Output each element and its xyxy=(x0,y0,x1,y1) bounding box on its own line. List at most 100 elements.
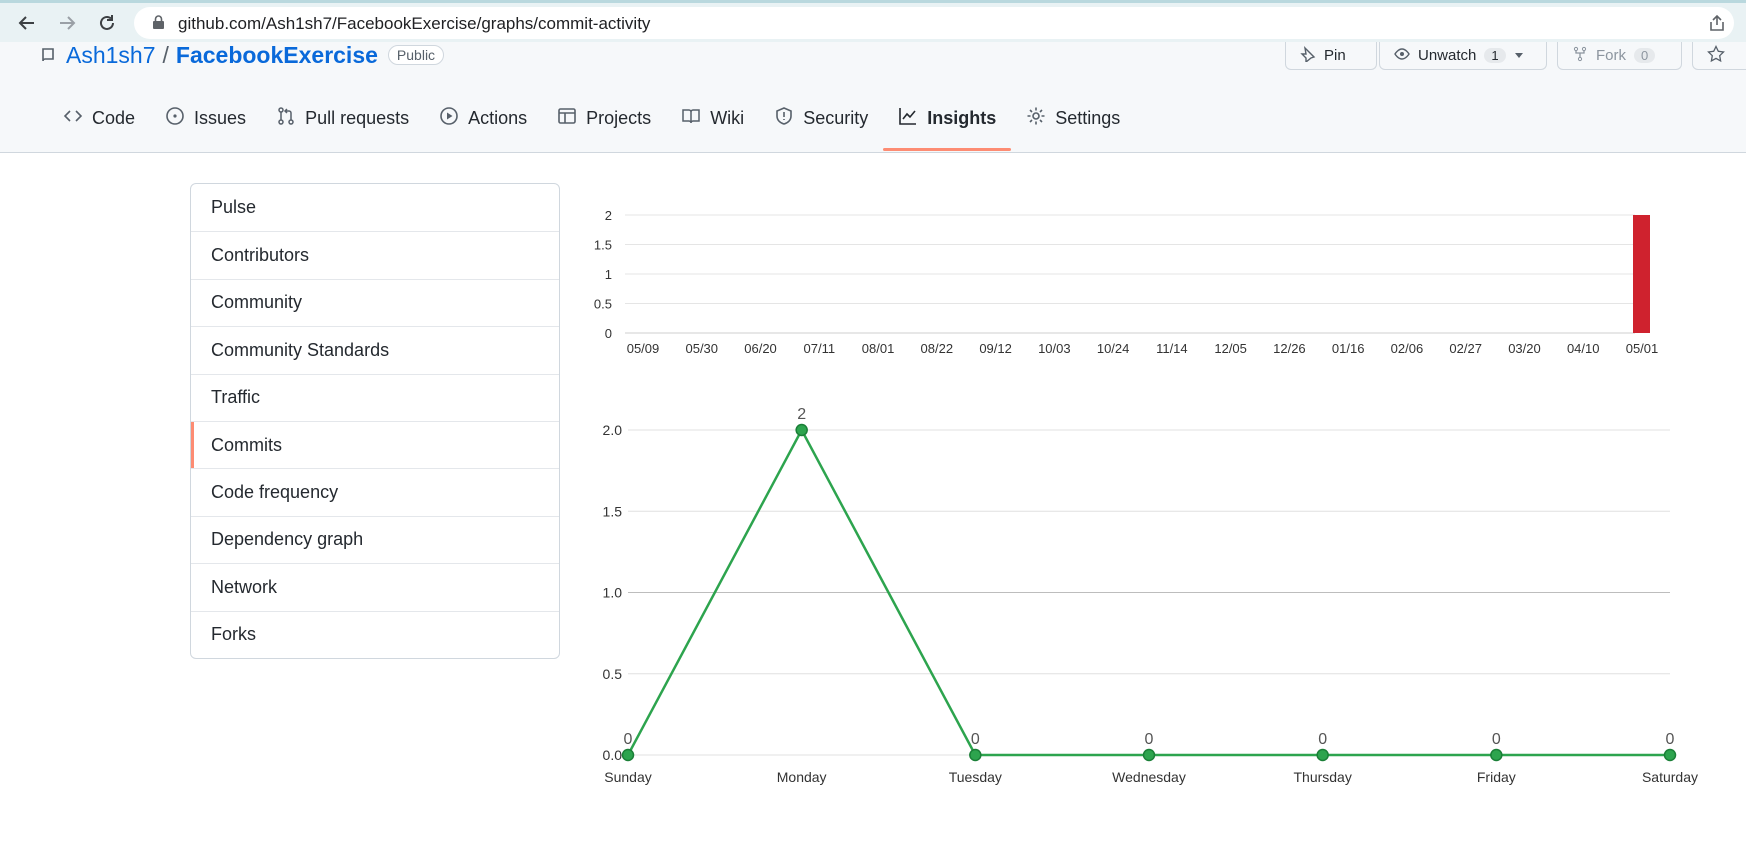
issue-icon xyxy=(165,106,185,131)
data-label: 0 xyxy=(971,731,980,748)
repo-owner-link[interactable]: Ash1sh7 xyxy=(66,42,156,69)
x-tick-label: Thursday xyxy=(1293,769,1351,785)
tab-label: Code xyxy=(92,107,136,128)
gear-icon xyxy=(1026,106,1046,131)
play-icon xyxy=(439,106,459,131)
data-point xyxy=(621,748,635,762)
y-tick-label: 2.0 xyxy=(603,422,623,438)
x-tick-label: 07/11 xyxy=(804,341,836,356)
tab-code[interactable]: Code xyxy=(48,100,150,136)
fork-button[interactable]: Fork 0 xyxy=(1557,42,1682,70)
repo-separator: / xyxy=(162,41,169,68)
share-icon[interactable] xyxy=(1708,14,1726,37)
data-point xyxy=(1316,748,1329,762)
pin-icon xyxy=(1300,45,1316,66)
menu-item-community-standards[interactable]: Community Standards xyxy=(191,326,559,373)
bar xyxy=(1633,215,1650,333)
repo-header: Ash1sh7 / FacebookExercise Public Pin Un… xyxy=(0,42,1746,153)
y-tick-label: 1 xyxy=(605,267,612,282)
menu-item-commits[interactable]: Commits xyxy=(191,420,559,469)
pin-button[interactable]: Pin xyxy=(1285,42,1377,70)
insights-menu: Pulse Contributors Community Community S… xyxy=(190,183,560,659)
code-icon xyxy=(63,106,83,131)
eye-icon xyxy=(1394,46,1410,66)
fork-icon xyxy=(1572,46,1588,66)
forward-icon[interactable] xyxy=(54,10,80,36)
x-tick-label: Friday xyxy=(1477,769,1516,785)
x-tick-label: 06/20 xyxy=(744,341,777,356)
charts-area: 0 0.5 1 1.5 2 05/09 05/30 06/20 07/11 08/01 08/22 0… xyxy=(590,180,1700,785)
tab-label: Issues xyxy=(194,107,247,128)
data-label: 0 xyxy=(1492,731,1501,748)
x-tick-label: Monday xyxy=(777,769,827,785)
menu-item-network[interactable]: Network xyxy=(191,563,559,610)
data-point xyxy=(1142,748,1156,762)
graph-icon xyxy=(898,106,918,131)
menu-item-community[interactable]: Community xyxy=(191,278,559,326)
data-label: 0 xyxy=(1145,731,1154,748)
lock-icon xyxy=(152,15,165,35)
data-point xyxy=(1490,748,1503,762)
x-tick-label: 02/27 xyxy=(1449,341,1482,356)
repo-icon xyxy=(40,42,56,69)
x-tick-label: 08/01 xyxy=(862,341,895,356)
fork-label: Fork xyxy=(1596,47,1626,64)
y-tick-label: 1.0 xyxy=(603,585,623,601)
x-tick-label: 09/12 xyxy=(979,341,1012,356)
data-point xyxy=(1663,748,1677,762)
tab-label: Projects xyxy=(586,107,652,128)
repo-name-link[interactable]: FacebookExercise xyxy=(176,42,378,69)
menu-item-dependency-graph[interactable]: Dependency graph xyxy=(191,515,559,563)
x-tick-label: 12/26 xyxy=(1273,341,1306,356)
data-label: 0 xyxy=(1666,731,1675,748)
tab-settings[interactable]: Settings xyxy=(1011,100,1135,136)
unwatch-button[interactable]: Unwatch 1 xyxy=(1379,42,1547,70)
tab-issues[interactable]: Issues xyxy=(150,100,261,136)
tab-wiki[interactable]: Wiki xyxy=(666,100,759,136)
x-tick-label: Tuesday xyxy=(949,769,1002,785)
y-tick-label: 1.5 xyxy=(603,503,623,519)
unwatch-label: Unwatch xyxy=(1418,47,1477,64)
x-tick-label: 05/09 xyxy=(627,341,660,356)
pull-request-icon xyxy=(276,106,296,131)
x-tick-label: 08/22 xyxy=(921,341,954,356)
url-text: github.com/Ash1sh7/FacebookExercise/grap… xyxy=(178,14,651,33)
pin-label: Pin xyxy=(1324,47,1346,64)
repo-title: Ash1sh7 / FacebookExercise Public xyxy=(40,41,445,69)
table-icon xyxy=(557,106,577,131)
repo-tabs: Code Issues Pull requests Actions Projec… xyxy=(48,100,1135,151)
star-icon xyxy=(1707,44,1725,67)
tab-label: Actions xyxy=(468,107,528,128)
reload-icon[interactable] xyxy=(94,10,120,36)
book-icon xyxy=(681,106,701,131)
tab-projects[interactable]: Projects xyxy=(542,100,666,136)
menu-item-code-frequency[interactable]: Code frequency xyxy=(191,468,559,515)
menu-item-traffic[interactable]: Traffic xyxy=(191,373,559,421)
daily-commit-line-chart: 0.0 0.5 1.0 1.5 2.0 0 Sunday 2 Monday 0 Tuesday 0 We… xyxy=(603,406,1698,785)
address-bar[interactable]: github.com/Ash1sh7/FacebookExercise/grap… xyxy=(134,7,1734,39)
y-tick-label: 0.0 xyxy=(603,747,623,763)
x-tick-label: Wednesday xyxy=(1112,769,1186,785)
star-button[interactable] xyxy=(1692,42,1746,70)
menu-item-pulse[interactable]: Pulse xyxy=(191,184,559,231)
x-tick-label: Saturday xyxy=(1642,769,1698,785)
tab-insights[interactable]: Insights xyxy=(883,100,1012,151)
tab-pull-requests[interactable]: Pull requests xyxy=(261,100,424,136)
x-tick-label: Sunday xyxy=(604,769,651,785)
menu-item-contributors[interactable]: Contributors xyxy=(191,231,559,278)
data-label: 2 xyxy=(797,406,806,423)
tab-security[interactable]: Security xyxy=(759,100,883,136)
y-tick-label: 0.5 xyxy=(594,297,612,312)
fork-count: 0 xyxy=(1634,48,1656,63)
data-label: 0 xyxy=(624,731,633,748)
x-tick-label: 05/30 xyxy=(685,341,718,356)
x-tick-label: 03/20 xyxy=(1508,341,1541,356)
tab-actions[interactable]: Actions xyxy=(424,100,542,136)
tab-label: Insights xyxy=(927,107,997,128)
back-icon[interactable] xyxy=(14,10,40,36)
tab-label: Security xyxy=(803,107,869,128)
menu-item-forks[interactable]: Forks xyxy=(191,610,559,658)
y-tick-label: 0.5 xyxy=(603,666,623,682)
tab-label: Pull requests xyxy=(305,107,410,128)
watch-count: 1 xyxy=(1484,48,1506,63)
